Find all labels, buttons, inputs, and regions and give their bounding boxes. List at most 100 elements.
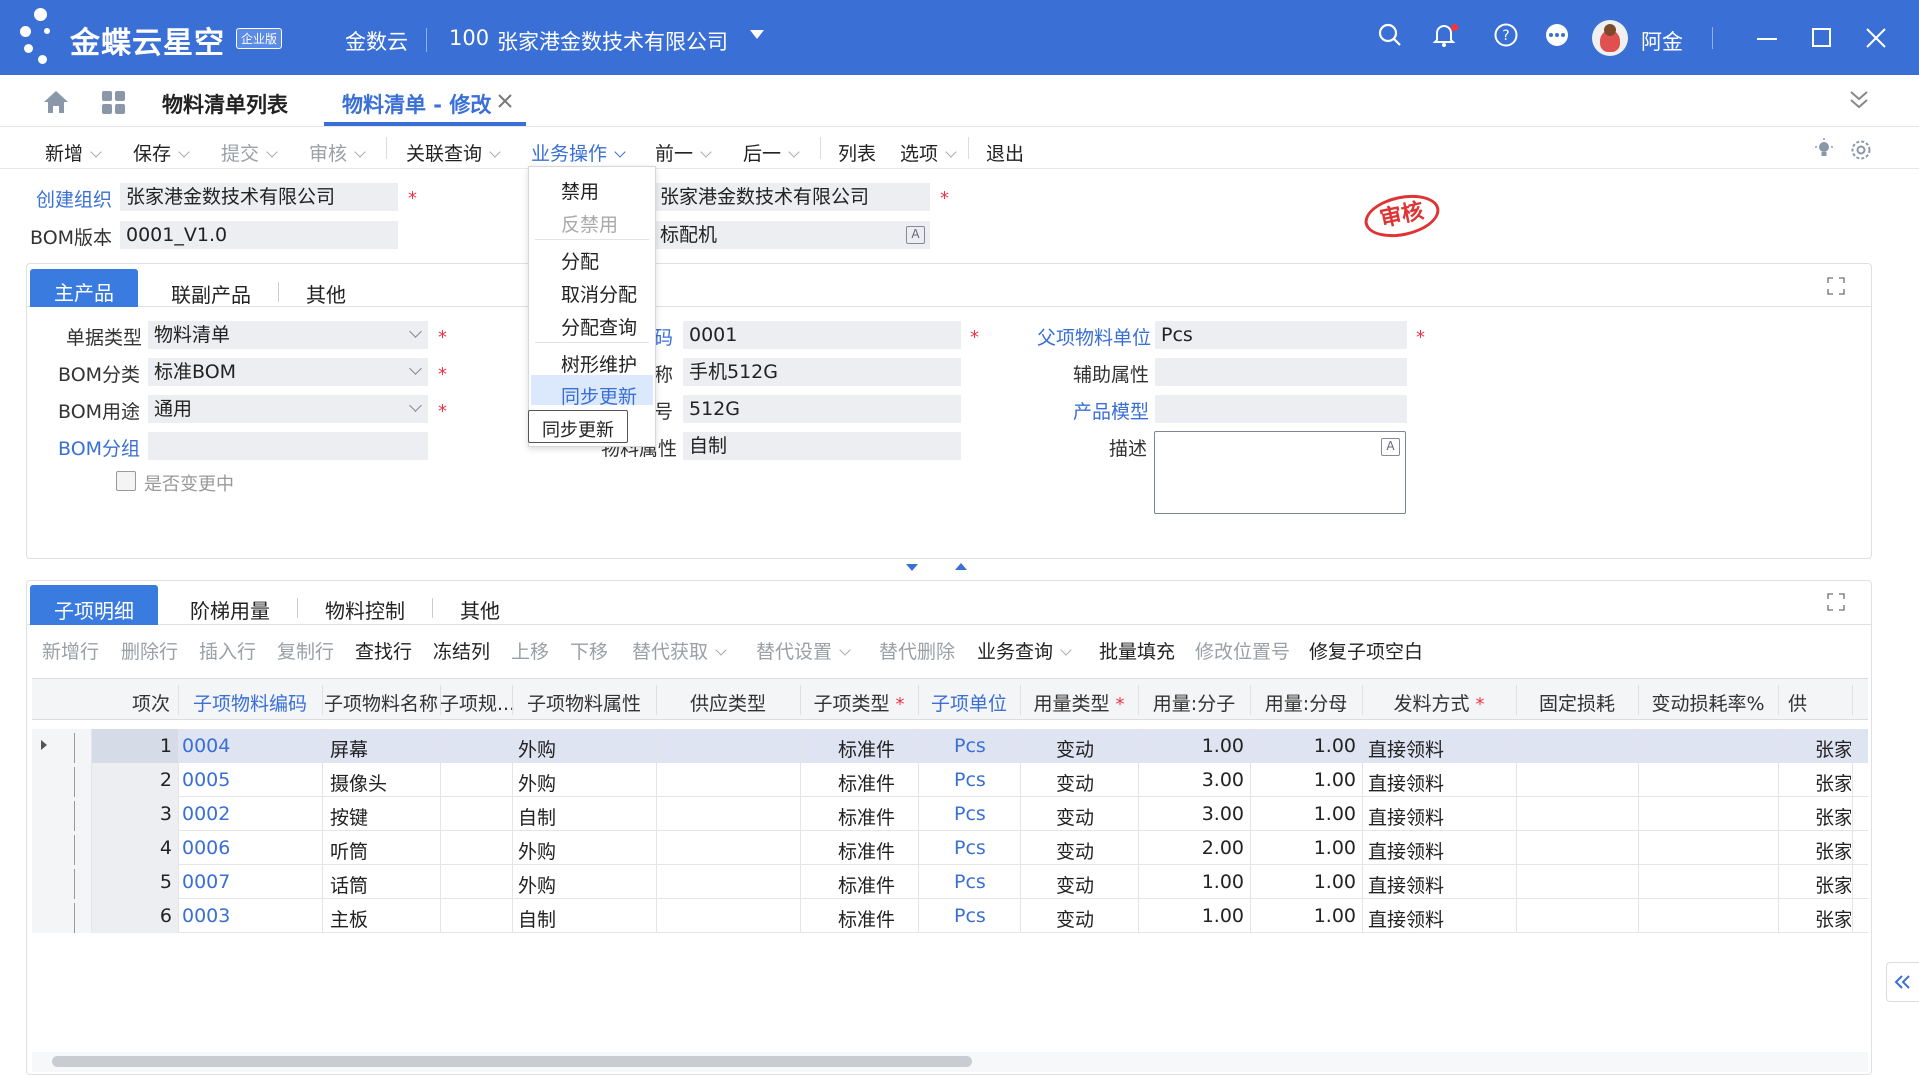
col-child-code[interactable]: 子项物料编码	[178, 689, 322, 716]
move-up-button[interactable]: 上移	[511, 637, 549, 664]
tab-co-products[interactable]: 联副产品	[171, 279, 251, 308]
freeze-column-button[interactable]: 冻结列	[433, 637, 490, 664]
copy-row-button[interactable]: 复制行	[277, 637, 334, 664]
cell-qty-type[interactable]: 变动	[1056, 905, 1136, 932]
add-row-button[interactable]: 新增行	[42, 637, 99, 664]
edit-position-button[interactable]: 修改位置号	[1195, 637, 1290, 664]
bom-class-select[interactable]: 标准BOM	[148, 358, 428, 386]
close-icon[interactable]	[1864, 26, 1888, 50]
exit-button[interactable]: 退出	[986, 139, 1024, 166]
cell-child-type[interactable]: 标准件	[838, 803, 918, 830]
tab-detail-other[interactable]: 其他	[460, 595, 500, 624]
list-button[interactable]: 列表	[838, 139, 876, 166]
fix-blank-button[interactable]: 修复子项空白	[1309, 637, 1423, 664]
apps-grid-icon[interactable]	[102, 91, 126, 115]
tab-other[interactable]: 其他	[306, 279, 346, 308]
menu-item-enable[interactable]: 反禁用	[561, 210, 618, 237]
row-gutter[interactable]	[32, 899, 92, 933]
cell-child-unit[interactable]: Pcs	[954, 837, 1014, 859]
menu-item-allocate[interactable]: 分配	[561, 247, 599, 274]
horizontal-scrollbar[interactable]	[32, 1052, 1868, 1072]
col-supply-type[interactable]: 供应类型	[656, 689, 800, 716]
move-down-button[interactable]: 下移	[570, 637, 608, 664]
org-code[interactable]: 100	[449, 26, 489, 50]
cell-qty-type[interactable]: 变动	[1056, 803, 1136, 830]
home-icon[interactable]	[42, 89, 70, 115]
cell-child-attr[interactable]: 自制	[518, 905, 656, 932]
cell-qty-denominator[interactable]: 1.00	[1250, 905, 1356, 927]
cell-issue-method[interactable]: 直接领料	[1368, 803, 1508, 830]
col-child-type[interactable]: 子项类型 *	[800, 689, 918, 716]
bom-version-field[interactable]: 0001_V1.0	[120, 221, 398, 249]
side-expand-button[interactable]	[1886, 962, 1919, 1002]
cell-qty-denominator[interactable]: 1.00	[1250, 871, 1356, 893]
bom-name-field[interactable]: 标配机	[654, 221, 930, 249]
cell-child-unit[interactable]: Pcs	[954, 905, 1014, 927]
splitter-down-icon[interactable]	[906, 564, 918, 571]
cell-child-name[interactable]: 听筒	[330, 837, 440, 864]
cell-child-type[interactable]: 标准件	[838, 837, 918, 864]
table-row[interactable]: 2 0005 摄像头 外购 标准件 Pcs 变动 3.00 1.00 直接领料 张家	[32, 763, 1868, 797]
substitute-set-button[interactable]: 替代设置	[756, 637, 851, 664]
gear-icon[interactable]	[1849, 138, 1873, 162]
tab-bom-list[interactable]: 物料清单列表	[162, 89, 288, 119]
row-gutter[interactable]	[32, 729, 92, 763]
cell-child-name[interactable]: 主板	[330, 905, 440, 932]
cell-child-attr[interactable]: 外购	[518, 871, 656, 898]
cell-issue-method[interactable]: 直接领料	[1368, 905, 1508, 932]
cell-child-unit[interactable]: Pcs	[954, 769, 1014, 791]
cell-child-unit[interactable]: Pcs	[954, 803, 1014, 825]
col-qty-numerator[interactable]: 用量:分子	[1138, 689, 1250, 716]
col-issue-method[interactable]: 发料方式 *	[1362, 689, 1516, 716]
cell-child-name[interactable]: 摄像头	[330, 769, 440, 796]
table-row[interactable]: 1 0004 屏幕 外购 标准件 Pcs 变动 1.00 1.00 直接领料 张家	[32, 729, 1868, 763]
splitter-up-icon[interactable]	[955, 563, 967, 570]
row-gutter[interactable]	[32, 797, 92, 831]
table-row[interactable]: 4 0006 听筒 外购 标准件 Pcs 变动 2.00 1.00 直接领料 张家	[32, 831, 1868, 865]
table-row[interactable]: 6 0003 主板 自制 标准件 Pcs 变动 1.00 1.00 直接领料 张家	[32, 899, 1868, 933]
col-child-attr[interactable]: 子项物料属性	[512, 689, 656, 716]
user-name[interactable]: 阿金	[1641, 26, 1683, 56]
business-query-button[interactable]: 业务查询	[977, 637, 1072, 664]
col-fixed-loss[interactable]: 固定损耗	[1516, 689, 1638, 716]
expand-icon[interactable]	[1826, 592, 1846, 612]
bom-group-field[interactable]	[148, 432, 428, 460]
bom-use-select[interactable]: 通用	[148, 395, 428, 423]
menu-item-allocate-query[interactable]: 分配查询	[561, 313, 637, 340]
cell-qty-numerator[interactable]: 3.00	[1138, 769, 1244, 791]
cell-child-code[interactable]: 0005	[182, 769, 322, 791]
spec-field[interactable]: 512G	[683, 395, 961, 423]
cell-child-attr[interactable]: 自制	[518, 803, 656, 830]
use-org-field[interactable]: 张家港金数技术有限公司	[654, 183, 930, 211]
cell-supply-org[interactable]: 张家	[1815, 769, 1851, 796]
cell-child-name[interactable]: 话筒	[330, 871, 440, 898]
menu-item-disable[interactable]: 禁用	[561, 177, 599, 204]
product-model-field[interactable]	[1155, 395, 1407, 423]
col-variable-loss[interactable]: 变动损耗率%	[1638, 689, 1778, 716]
material-attr-field[interactable]: 自制	[683, 432, 961, 460]
tab-child-details[interactable]: 子项明细	[30, 585, 158, 625]
cell-qty-type[interactable]: 变动	[1056, 871, 1136, 898]
tab-ladder-qty[interactable]: 阶梯用量	[190, 595, 270, 624]
cell-qty-denominator[interactable]: 1.00	[1250, 803, 1356, 825]
options-button[interactable]: 选项	[900, 139, 957, 166]
col-child-spec[interactable]: 子项规...	[440, 689, 515, 716]
cell-child-name[interactable]: 按键	[330, 803, 440, 830]
avatar[interactable]	[1592, 20, 1628, 56]
parent-unit-field[interactable]: Pcs	[1155, 321, 1407, 349]
cell-child-name[interactable]: 屏幕	[330, 735, 440, 762]
cell-qty-numerator[interactable]: 1.00	[1138, 735, 1244, 757]
cell-child-attr[interactable]: 外购	[518, 735, 656, 762]
tab-close-icon[interactable]	[496, 92, 514, 110]
row-gutter[interactable]	[32, 831, 92, 865]
search-icon[interactable]	[1375, 22, 1405, 52]
cell-seq[interactable]: 4	[92, 837, 172, 859]
expand-icon[interactable]	[1826, 276, 1846, 296]
cell-seq[interactable]: 5	[92, 871, 172, 893]
doc-type-select[interactable]: 物料清单	[148, 321, 428, 349]
col-child-unit[interactable]: 子项单位	[918, 689, 1020, 716]
substitute-get-button[interactable]: 替代获取	[632, 637, 727, 664]
table-row[interactable]: 5 0007 话筒 外购 标准件 Pcs 变动 1.00 1.00 直接领料 张家	[32, 865, 1868, 899]
submit-button[interactable]: 提交	[221, 139, 278, 166]
cell-supply-org[interactable]: 张家	[1815, 871, 1851, 898]
